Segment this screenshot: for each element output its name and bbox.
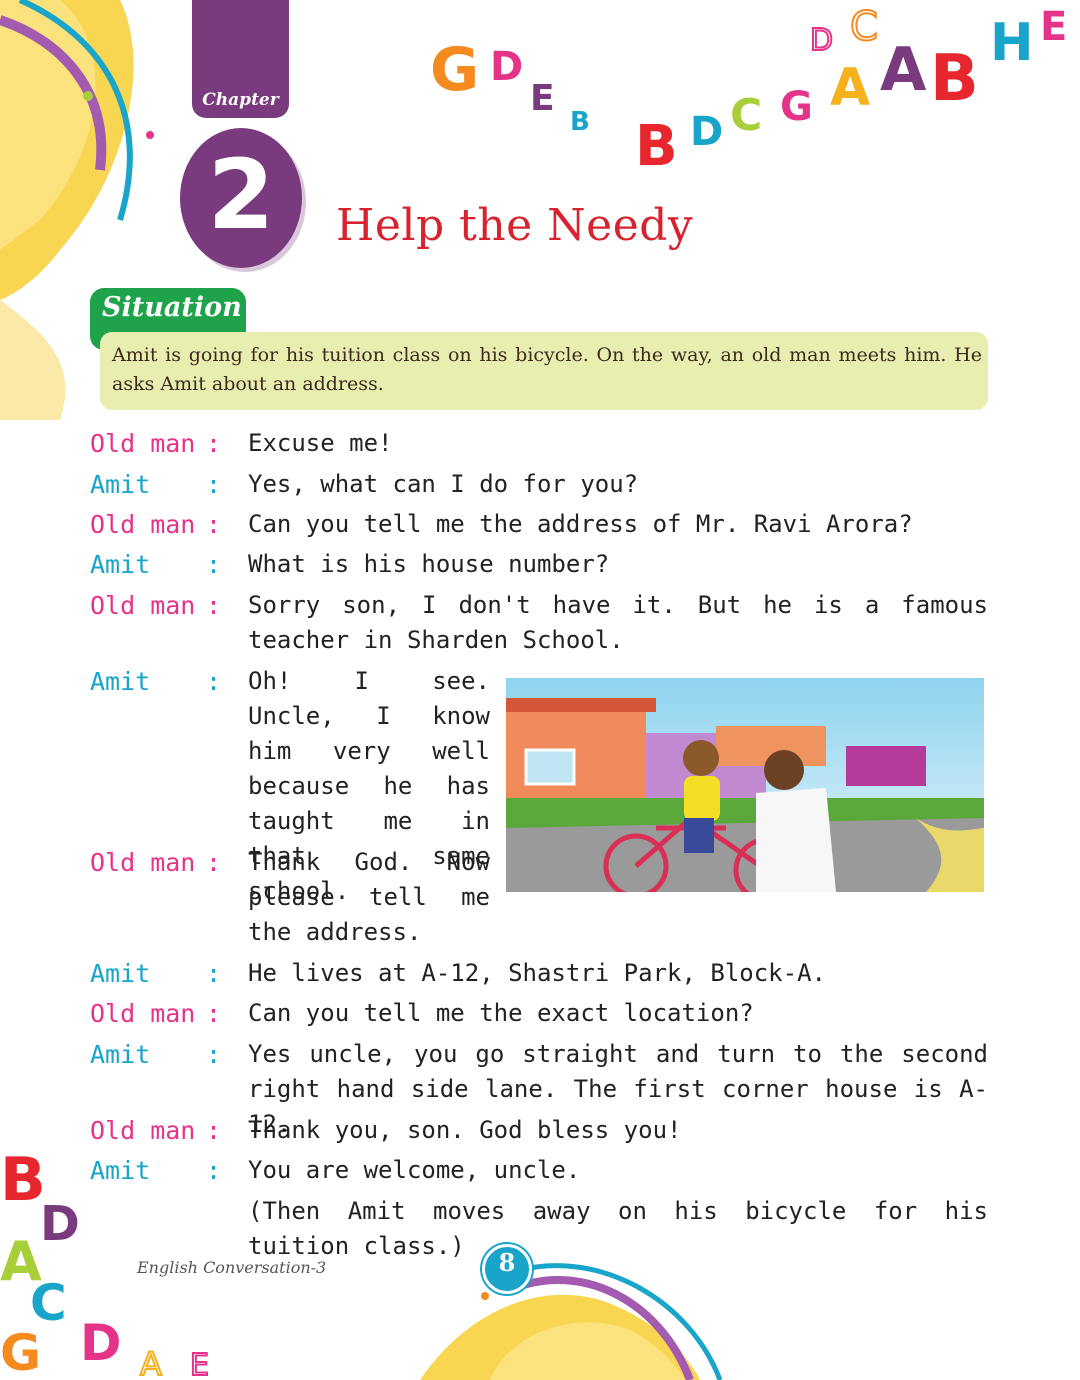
situation-label: Situation	[102, 292, 242, 323]
svg-text:E: E	[530, 78, 555, 119]
speaker-colon: :	[206, 848, 222, 877]
svg-text:D: D	[490, 44, 523, 90]
svg-text:D: D	[690, 109, 723, 155]
svg-text:A: A	[830, 58, 870, 118]
speaker-name: Old man	[90, 591, 196, 620]
svg-text:D: D	[80, 1314, 122, 1372]
dialogue-line: Thank God. Now please tell me the addres…	[248, 848, 490, 946]
page-number: 8	[498, 1248, 516, 1277]
speaker-colon: :	[206, 999, 222, 1028]
svg-text:A: A	[140, 1345, 162, 1380]
svg-text:H: H	[990, 13, 1034, 73]
speaker-colon: :	[206, 470, 222, 499]
dialogue-line: You are welcome, uncle.	[248, 1156, 581, 1184]
speaker-name: Old man	[90, 999, 196, 1028]
speaker-colon: :	[206, 429, 222, 458]
dialogue-line: He lives at A-12, Shastri Park, Block-A.	[248, 959, 826, 987]
speaker-name: Amit	[90, 667, 151, 696]
svg-text:G: G	[780, 84, 813, 130]
speaker-colon: :	[206, 959, 222, 988]
situation-text: Amit is going for his tuition class on h…	[112, 344, 982, 395]
decorative-swirl-bottom	[420, 1263, 723, 1380]
dialogue-line: Sorry son, I don't have it. But he is a …	[248, 591, 988, 654]
dialogue-line: Yes, what can I do for you?	[248, 470, 639, 498]
svg-text:B: B	[930, 42, 979, 116]
speaker-name: Amit	[90, 1040, 151, 1069]
speaker-name: Amit	[90, 470, 151, 499]
speaker-colon: :	[206, 667, 222, 696]
svg-text:B: B	[635, 114, 678, 179]
speaker-colon: :	[206, 1040, 222, 1069]
dialogue-line: Excuse me!	[248, 429, 393, 457]
speaker-name: Amit	[90, 550, 151, 579]
svg-text:D: D	[40, 1196, 80, 1252]
svg-text:G: G	[0, 1324, 41, 1380]
decorative-alphabet-letters: G D E B B D C G A A B H E C D	[430, 3, 1067, 179]
speaker-name: Old man	[90, 429, 196, 458]
svg-text:B: B	[0, 1145, 46, 1215]
svg-text:E: E	[190, 1348, 209, 1380]
speaker-name: Old man	[90, 510, 196, 539]
decorative-alphabet-letters-bottom: B D A C G D A E	[0, 1145, 210, 1380]
speaker-name: Amit	[90, 959, 151, 988]
svg-text:C: C	[730, 90, 762, 141]
dialogue-line: Can you tell me the address of Mr. Ravi …	[248, 510, 913, 538]
svg-text:B: B	[570, 107, 590, 137]
chapter-title: Help the Needy	[336, 200, 694, 251]
dialogue-line: Thank you, son. God bless you!	[248, 1116, 682, 1144]
dialogue-line: Can you tell me the exact location?	[248, 999, 754, 1027]
svg-text:A: A	[880, 35, 927, 105]
svg-text:C: C	[850, 4, 878, 50]
speaker-colon: :	[206, 510, 222, 539]
illustration-boy-and-old-man-on-bicycle	[506, 678, 984, 892]
svg-text:E: E	[1040, 4, 1067, 50]
chapter-label: Chapter	[202, 90, 279, 110]
speaker-colon: :	[206, 591, 222, 620]
chapter-number: 2	[207, 139, 275, 251]
svg-text:D: D	[810, 23, 833, 58]
svg-text:G: G	[430, 35, 479, 105]
dialogue-line: What is his house number?	[248, 550, 610, 578]
speaker-name: Old man	[90, 848, 196, 877]
closing-note: (Then Amit moves away on his bicycle for…	[248, 1197, 988, 1260]
footer-book-title: English Conversation-3	[137, 1258, 327, 1277]
speaker-colon: :	[206, 550, 222, 579]
